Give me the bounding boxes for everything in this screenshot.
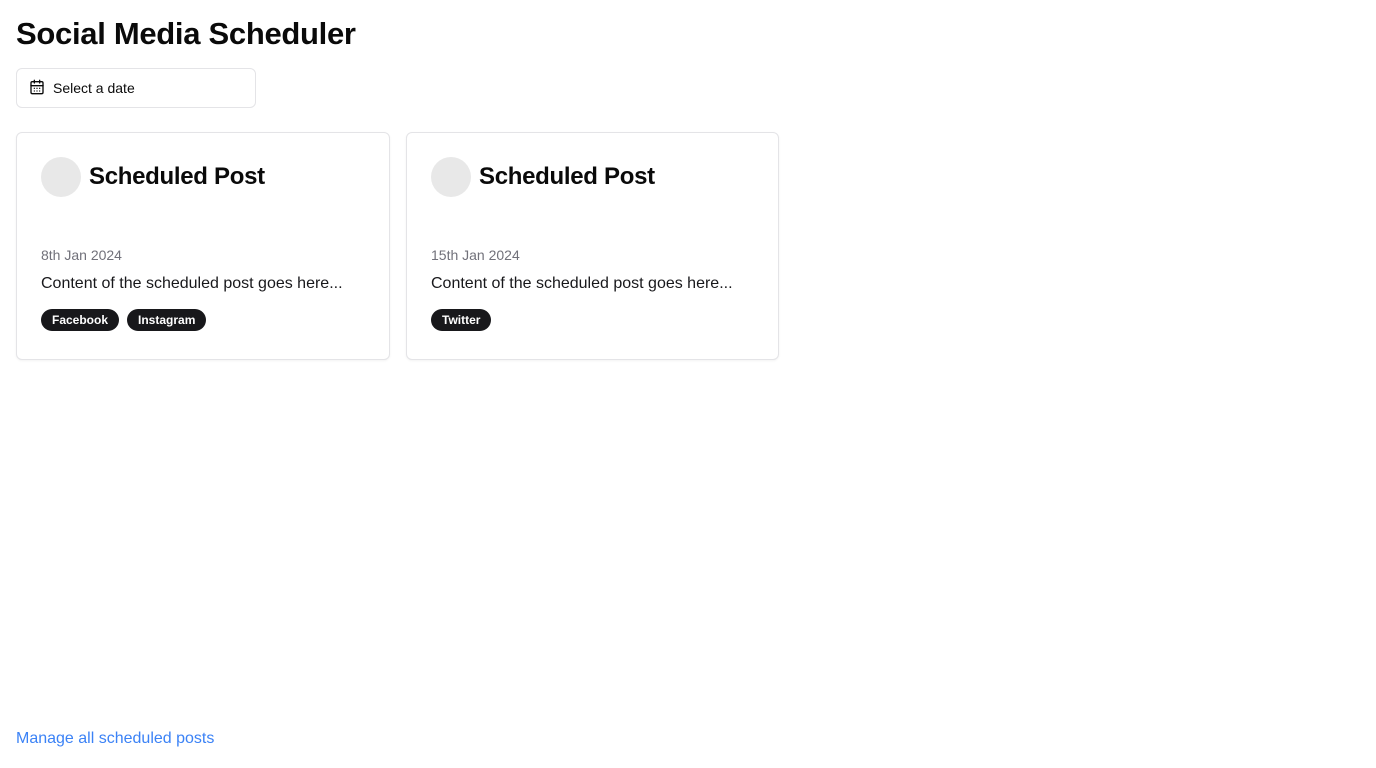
page: Social Media Scheduler Select a date Sch… [0,0,1376,768]
avatar [41,157,81,197]
post-card-header: Scheduled Post [41,157,365,197]
platform-badges: Facebook Instagram [41,309,365,331]
date-picker-label: Select a date [53,80,135,96]
platform-badge-instagram: Instagram [127,309,207,331]
post-date: 15th Jan 2024 [431,247,520,263]
post-title: Scheduled Post [89,163,265,190]
avatar [431,157,471,197]
date-picker-button[interactable]: Select a date [16,68,256,108]
page-title: Social Media Scheduler [16,16,356,51]
post-card-header: Scheduled Post [431,157,754,197]
post-title: Scheduled Post [479,163,655,190]
post-content: Content of the scheduled post goes here.… [431,275,733,292]
post-card[interactable]: Scheduled Post 15th Jan 2024 Content of … [406,132,779,360]
manage-posts-link[interactable]: Manage all scheduled posts [16,730,214,748]
post-date: 8th Jan 2024 [41,247,122,263]
scheduled-posts-list: Scheduled Post 8th Jan 2024 Content of t… [16,132,1360,360]
platform-badge-facebook: Facebook [41,309,120,331]
post-content: Content of the scheduled post goes here.… [41,275,343,292]
platform-badges: Twitter [431,309,754,331]
calendar-icon [29,79,45,98]
platform-badge-twitter: Twitter [431,309,492,331]
post-card[interactable]: Scheduled Post 8th Jan 2024 Content of t… [16,132,390,360]
